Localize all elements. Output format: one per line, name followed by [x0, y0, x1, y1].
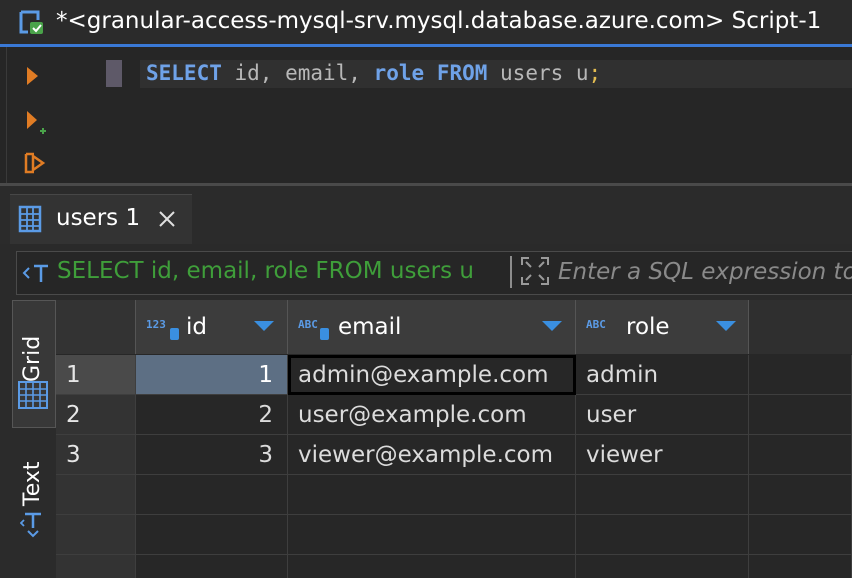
- grid-icon[interactable]: [17, 380, 49, 410]
- column-header-label: id: [186, 314, 207, 340]
- empty-header: [749, 300, 852, 354]
- empty-cell: [749, 435, 852, 475]
- string-type-icon: ABC: [298, 318, 318, 331]
- empty-cell: [749, 395, 852, 435]
- filter-divider: [510, 256, 512, 288]
- table-row[interactable]: 1 1 admin@example.com admin: [56, 355, 852, 395]
- column-header-role[interactable]: ABC role: [576, 300, 749, 354]
- sql-statement[interactable]: SELECT id, email, role FROM users u;: [146, 61, 601, 85]
- empty-row: [56, 555, 852, 578]
- row-number[interactable]: 2: [56, 395, 136, 435]
- empty-row-number: [56, 555, 136, 578]
- run-statement-icon[interactable]: [24, 64, 40, 88]
- column-header-email[interactable]: ABC email: [288, 300, 576, 354]
- sql-keyword: FROM: [436, 61, 488, 85]
- key-icon: [170, 328, 179, 340]
- empty-row: [56, 515, 852, 555]
- editor-tab-title[interactable]: *<granular-access-mysql-srv.mysql.databa…: [56, 8, 821, 34]
- filter-expression-input[interactable]: [558, 252, 852, 292]
- empty-cell: [136, 475, 288, 515]
- sql-semicolon: ;: [588, 61, 602, 85]
- cell-role[interactable]: viewer: [576, 435, 749, 475]
- column-header-id[interactable]: 123 id: [136, 300, 288, 354]
- sort-arrow-icon[interactable]: [254, 321, 274, 331]
- empty-cell: [288, 475, 576, 515]
- table-row[interactable]: 2 2 user@example.com user: [56, 395, 852, 435]
- sort-arrow-icon[interactable]: [716, 321, 736, 331]
- sort-arrow-icon[interactable]: [542, 321, 562, 331]
- current-line-marker: [106, 60, 122, 87]
- column-header-label: email: [338, 314, 402, 340]
- empty-cell: [749, 355, 852, 395]
- cell-email[interactable]: user@example.com: [288, 395, 576, 435]
- sql-keyword: SELECT: [146, 61, 222, 85]
- empty-cell: [288, 555, 576, 578]
- empty-cell: [576, 555, 749, 578]
- row-number-header[interactable]: [56, 300, 136, 354]
- execute-script-icon[interactable]: [24, 150, 48, 176]
- table-icon: [18, 205, 42, 233]
- sql-text: users u: [487, 61, 589, 85]
- row-number[interactable]: 3: [56, 435, 136, 475]
- run-in-new-tab-icon[interactable]: [24, 109, 48, 137]
- close-icon[interactable]: [158, 210, 176, 228]
- text-view-label[interactable]: Text: [20, 450, 50, 507]
- empty-row: [56, 475, 852, 515]
- cell-role[interactable]: user: [576, 395, 749, 435]
- editor-gutter-divider: [6, 47, 7, 183]
- empty-cell: [749, 515, 852, 555]
- empty-cell: [288, 515, 576, 555]
- expand-icon[interactable]: [520, 256, 550, 286]
- empty-cell: [136, 515, 288, 555]
- empty-row-number: [56, 515, 136, 555]
- numeric-type-icon: 123: [146, 318, 166, 331]
- cell-email[interactable]: viewer@example.com: [288, 435, 576, 475]
- text-view-icon[interactable]: [20, 510, 46, 540]
- filter-query-text[interactable]: SELECT id, email, role FROM users u: [57, 258, 499, 284]
- sql-script-icon: [19, 10, 43, 34]
- empty-row-number: [56, 475, 136, 515]
- column-header-label: role: [626, 314, 670, 340]
- key-icon: [320, 328, 329, 340]
- sql-keyword: role: [373, 61, 425, 85]
- table-row[interactable]: 3 3 viewer@example.com viewer: [56, 435, 852, 475]
- empty-cell: [749, 555, 852, 578]
- empty-cell: [749, 475, 852, 515]
- sql-filter-icon[interactable]: [22, 262, 52, 284]
- cell-id[interactable]: 3: [136, 435, 288, 475]
- cell-role[interactable]: admin: [576, 355, 749, 395]
- results-tab-label[interactable]: users 1: [56, 205, 140, 231]
- row-number[interactable]: 1: [56, 355, 136, 395]
- cell-email[interactable]: admin@example.com: [288, 355, 576, 395]
- sql-text: id, email,: [221, 61, 374, 85]
- empty-cell: [576, 475, 749, 515]
- empty-cell: [576, 515, 749, 555]
- string-type-icon: ABC: [586, 318, 606, 331]
- cell-id[interactable]: 1: [136, 355, 288, 395]
- cell-id[interactable]: 2: [136, 395, 288, 435]
- grid-view-label[interactable]: Grid: [20, 320, 50, 382]
- empty-cell: [136, 555, 288, 578]
